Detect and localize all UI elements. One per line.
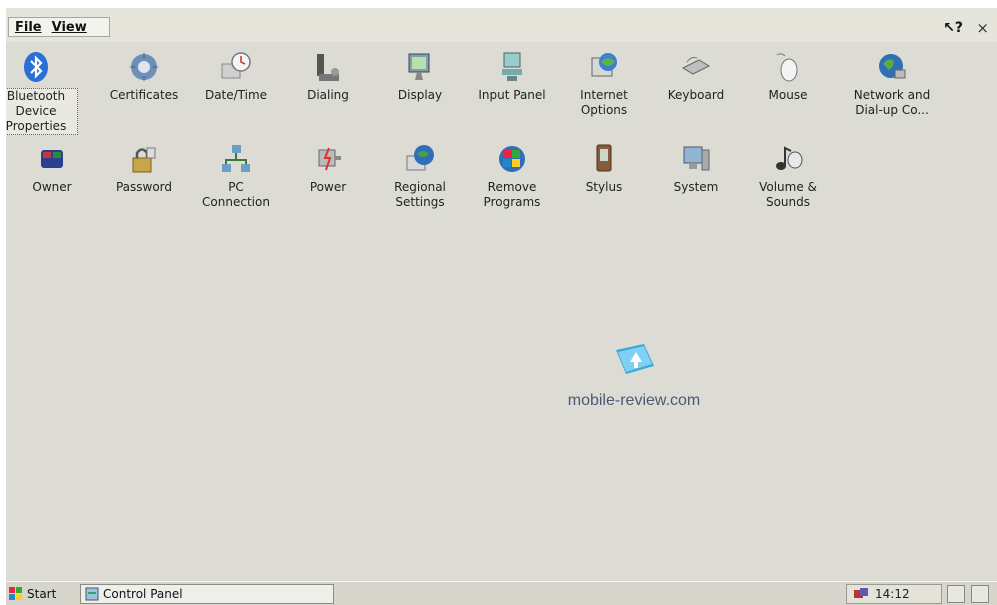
switch-window-button[interactable] <box>971 585 989 603</box>
item-label: Stylus <box>585 180 623 194</box>
file-menu[interactable]: File <box>15 20 42 35</box>
password-icon <box>132 147 156 173</box>
item-label: Volume & Sounds <box>759 180 817 209</box>
stylus-icon <box>596 144 612 172</box>
show-desktop-button[interactable] <box>947 585 965 603</box>
pointer-icon: ↖ <box>943 20 955 36</box>
item-label: Internet Options <box>580 88 628 117</box>
close-button[interactable]: × <box>976 19 989 37</box>
item-label: Date/Time <box>204 88 268 102</box>
windows-logo-icon <box>9 587 22 600</box>
watermark-text: mobile-review.com <box>567 392 701 409</box>
system-tray: 14:12 <box>846 584 942 604</box>
watermark-logo-icon <box>616 344 654 374</box>
input-panel-item[interactable]: Input Panel <box>470 48 554 103</box>
bluetooth-item[interactable]: Bluetooth Device Properties <box>6 48 78 135</box>
view-menu[interactable]: View <box>52 20 87 35</box>
item-label: Power <box>309 180 347 194</box>
stylus-item[interactable]: Stylus <box>562 140 646 195</box>
item-label: Display <box>397 88 443 102</box>
taskbar: Start Control Panel 14:12 <box>6 581 997 605</box>
item-label: Remove Programs <box>483 180 541 209</box>
item-label: Password <box>115 180 173 194</box>
certificates-item[interactable]: Certificates <box>102 48 186 103</box>
dialing-icon <box>317 54 339 81</box>
owner-icon <box>41 150 63 168</box>
dialing-item[interactable]: Dialing <box>286 48 370 103</box>
item-label: Certificates <box>109 88 179 102</box>
item-label: Keyboard <box>667 88 725 102</box>
mouse-icon <box>776 53 798 82</box>
pc-connection-icon <box>222 145 250 172</box>
date-time-icon <box>221 52 251 79</box>
display-icon <box>408 53 430 80</box>
item-label: Mouse <box>768 88 808 102</box>
start-button[interactable]: Start <box>8 585 56 603</box>
help-button[interactable]: ↖? <box>943 20 963 36</box>
clock[interactable]: 14:12 <box>875 587 910 601</box>
network-icon <box>879 54 906 79</box>
mouse-item[interactable]: Mouse <box>746 48 830 103</box>
item-label: Dialing <box>307 88 349 102</box>
system-icon <box>683 146 710 171</box>
internet-options-icon <box>591 53 617 77</box>
bluetooth-icon <box>24 52 48 82</box>
volume-sounds-item[interactable]: Volume & Sounds <box>746 140 830 210</box>
start-label: Start <box>27 587 57 601</box>
power-item[interactable]: Power <box>286 140 370 195</box>
regional-settings-item[interactable]: Regional Settings <box>378 140 462 210</box>
task-label: Control Panel <box>103 587 183 601</box>
pc-connection-item[interactable]: PC Connection <box>194 140 278 210</box>
network-item[interactable]: Network and Dial-up Co... <box>842 48 942 118</box>
item-label: PC Connection <box>202 180 270 209</box>
item-label: System <box>673 180 719 194</box>
menu-bar: File View ↖? × <box>6 8 997 42</box>
power-icon <box>318 147 341 171</box>
remove-programs-item[interactable]: Remove Programs <box>470 140 554 210</box>
keyboard-icon <box>681 57 711 75</box>
internet-options-item[interactable]: Internet Options <box>562 48 646 118</box>
regional-settings-icon <box>406 145 434 171</box>
control-panel-window: File View ↖? × Bluetooth Device Properti… <box>6 8 997 605</box>
item-label: Input Panel <box>478 88 546 102</box>
item-label: Regional Settings <box>394 180 446 209</box>
volume-sounds-icon <box>776 146 803 170</box>
system-item[interactable]: System <box>654 140 738 195</box>
watermark: mobile-review.com <box>554 340 714 410</box>
control-panel-task-button[interactable]: Control Panel <box>80 584 334 604</box>
item-label: Bluetooth Device Properties <box>6 88 78 135</box>
input-panel-icon <box>502 52 522 81</box>
network-status-icon[interactable] <box>853 587 869 601</box>
date-time-item[interactable]: Date/Time <box>194 48 278 103</box>
item-label: Owner <box>32 180 72 194</box>
owner-item[interactable]: Owner <box>10 140 94 195</box>
item-label: Network and Dial-up Co... <box>853 88 931 117</box>
help-label: ? <box>954 20 963 36</box>
certificates-icon <box>129 52 159 82</box>
display-item[interactable]: Display <box>378 48 462 103</box>
remove-programs-icon <box>499 146 525 172</box>
keyboard-item[interactable]: Keyboard <box>654 48 738 103</box>
password-item[interactable]: Password <box>102 140 186 195</box>
control-panel-icon <box>85 587 99 601</box>
menu-group: File View <box>8 17 110 37</box>
